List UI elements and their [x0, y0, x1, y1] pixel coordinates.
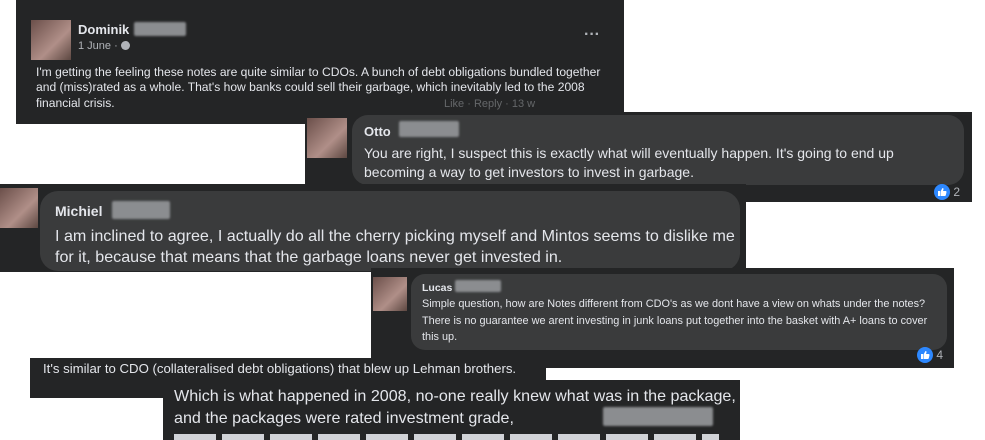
- dominik-avatar[interactable]: [31, 20, 71, 60]
- michiel-comment-text: I am inclined to agree, I actually do al…: [55, 227, 735, 266]
- michiel-comment-bubble: Michiel I am inclined to agree, I actual…: [40, 191, 740, 271]
- lucas-comment-panel: Lucas Simple question, how are Notes dif…: [371, 268, 954, 368]
- otto-avatar[interactable]: [307, 118, 347, 158]
- otto-comment-bubble: Otto You are right, I suspect this is ex…: [352, 115, 964, 200]
- dominik-time: 1 June ·: [78, 40, 121, 52]
- lucas-comment-bubble: Lucas Simple question, how are Notes dif…: [411, 274, 947, 363]
- thumbs-up-icon: [934, 184, 951, 200]
- globe-icon: [120, 41, 130, 50]
- lucas-surname-redaction: [455, 280, 501, 292]
- last-comment-redaction: [603, 407, 713, 426]
- dominik-name[interactable]: Dominik: [78, 22, 129, 37]
- thumbs-up-icon: [917, 347, 934, 363]
- otto-comment-text: You are right, I suspect this is exactly…: [364, 145, 894, 180]
- dominik-surname-redaction: [134, 22, 186, 36]
- otto-reaction-count: 2: [953, 185, 960, 199]
- michiel-comment-panel: Michiel I am inclined to agree, I actual…: [0, 184, 746, 272]
- lucas-name[interactable]: Lucas: [422, 282, 452, 294]
- dominik-timestamp[interactable]: 1 June ·: [78, 40, 130, 52]
- lucas-reaction-count: 4: [936, 348, 943, 362]
- dominik-hidden-actions[interactable]: Like · Reply · 13 w: [444, 98, 535, 110]
- otto-surname-redaction: [399, 121, 459, 137]
- lucas-reactions[interactable]: 4: [917, 347, 943, 363]
- michiel-name[interactable]: Michiel: [55, 203, 102, 219]
- otto-reactions[interactable]: 2: [934, 184, 960, 200]
- otto-name[interactable]: Otto: [364, 124, 391, 139]
- more-options-icon[interactable]: ···: [584, 26, 600, 44]
- dominik-comment-card: Dominik 1 June · ··· I'm getting the fee…: [16, 0, 624, 124]
- last-comment-panel: Which is what happened in 2008, no-one r…: [163, 380, 740, 440]
- cdo-comment-text: It's similar to CDO (collateralised debt…: [43, 361, 517, 376]
- michiel-surname-redaction: [112, 201, 170, 219]
- lucas-comment-text: Simple question, how are Notes different…: [422, 298, 928, 343]
- michiel-avatar[interactable]: [0, 188, 38, 228]
- cut-off-text-line: [174, 434, 719, 440]
- lucas-avatar[interactable]: [373, 277, 407, 311]
